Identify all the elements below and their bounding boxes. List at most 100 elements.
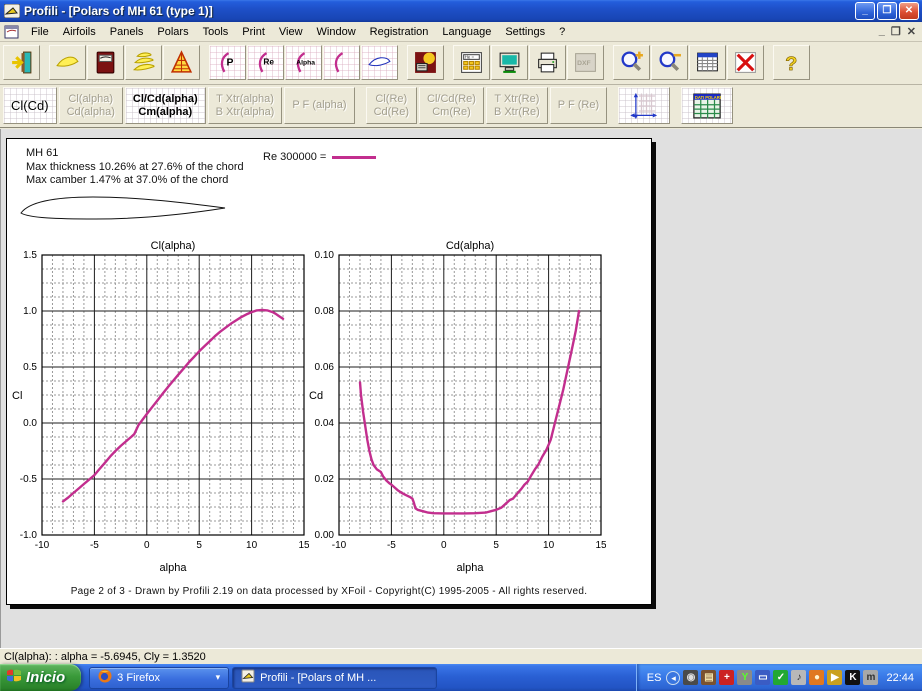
legend-label: Re 300000 =	[263, 151, 326, 163]
print-button[interactable]	[529, 45, 566, 80]
polar-re-icon: Re	[253, 50, 278, 75]
scanner-tray-icon[interactable]: ▤	[701, 670, 716, 685]
firefox-icon	[98, 669, 112, 686]
tab-pf-alpha[interactable]: P F (alpha)	[284, 87, 354, 124]
svg-text:0: 0	[144, 540, 150, 551]
exit-button[interactable]	[3, 45, 40, 80]
volume-icon[interactable]: ♪	[791, 670, 806, 685]
mdi-workspace: MH 61 Max thickness 10.26% at 27.6% of t…	[0, 129, 922, 648]
svg-text:10: 10	[543, 540, 555, 551]
mdi-child-icon[interactable]	[4, 25, 20, 39]
wing-panels-icon	[169, 50, 194, 75]
chevron-down-icon: ▾	[216, 672, 221, 683]
svg-text:0.5: 0.5	[23, 362, 37, 373]
print-manager-button[interactable]	[407, 45, 444, 80]
zoom-out-button[interactable]	[651, 45, 688, 80]
tab-cl-alpha-cd-alpha[interactable]: Cl(alpha)Cd(alpha)	[59, 87, 123, 124]
svg-text:1.0: 1.0	[23, 306, 37, 317]
svg-text:P: P	[226, 58, 233, 69]
svg-text:Cl(alpha): Cl(alpha)	[151, 240, 196, 252]
mdi-close-button[interactable]: ✕	[907, 25, 916, 38]
wing-panels-button[interactable]	[163, 45, 200, 80]
menu-item-settings[interactable]: Settings	[498, 24, 552, 40]
language-indicator[interactable]: ES	[647, 672, 664, 684]
mouse-settings-icon[interactable]: m	[863, 670, 878, 685]
kaspersky-icon[interactable]: K	[845, 670, 860, 685]
menu-item-view[interactable]: View	[272, 24, 310, 40]
camera-tray-icon[interactable]: ◉	[683, 670, 698, 685]
menu-item-file[interactable]: File	[24, 24, 56, 40]
airfoil-archive-button[interactable]	[87, 45, 124, 80]
help-button[interactable]: ?	[773, 45, 810, 80]
airfoil-info: MH 61 Max thickness 10.26% at 27.6% of t…	[26, 147, 244, 187]
polar-table-button[interactable]	[689, 45, 726, 80]
svg-text:0.10: 0.10	[315, 250, 335, 261]
tab-clcd-re-cm-re[interactable]: Cl/Cd(Re)Cm(Re)	[419, 87, 484, 124]
mdi-restore-button[interactable]: ❐	[891, 25, 901, 38]
svg-text:-10: -10	[332, 540, 347, 551]
start-button-label: Inicio	[26, 669, 65, 686]
close-button[interactable]: ✕	[899, 2, 919, 20]
polar-p-button[interactable]: P	[209, 45, 246, 80]
delete-polar-button[interactable]	[727, 45, 764, 80]
menu-item-language[interactable]: Language	[435, 24, 498, 40]
svg-text:DXF: DXF	[577, 60, 591, 67]
collapse-tray-icon[interactable]: ◂	[666, 671, 680, 685]
minimize-button[interactable]: _	[855, 2, 875, 20]
reynolds-calculator-button[interactable]: He =	[453, 45, 490, 80]
title-bar: Profili - [Polars of MH 61 (type 1)] _ ❐…	[0, 0, 922, 22]
zoom-in-button[interactable]	[613, 45, 650, 80]
polar-toolbar: Cl(Cd)Cl(alpha)Cd(alpha)Cl/Cd(alpha)Cm(a…	[0, 85, 922, 128]
security-ok-icon[interactable]: ✓	[773, 670, 788, 685]
menu-item-polars[interactable]: Polars	[150, 24, 195, 40]
chart-scale-button[interactable]	[618, 87, 670, 124]
restore-button[interactable]: ❐	[877, 2, 897, 20]
updates-icon[interactable]: ●	[809, 670, 824, 685]
printer-tray-icon[interactable]: ▭	[755, 670, 770, 685]
svg-text:DATI POLARI: DATI POLARI	[695, 94, 721, 99]
menu-item-registration[interactable]: Registration	[363, 24, 436, 40]
polar-alpha-button[interactable]: Alpha	[285, 45, 322, 80]
menu-item-print[interactable]: Print	[235, 24, 272, 40]
cd-alpha-chart[interactable]: -10-50510150.100.080.060.040.020.00Cd(al…	[304, 239, 606, 579]
svg-text:0: 0	[441, 540, 447, 551]
mdi-minimize-button[interactable]: _	[879, 25, 885, 38]
airfoil-analysis-button[interactable]	[361, 45, 398, 80]
tab-cl-cd[interactable]: Cl(Cd)	[3, 87, 57, 124]
page-footer: Page 2 of 3 - Drawn by Profili 2.19 on d…	[7, 586, 651, 597]
taskbar-clock[interactable]: 22:44	[881, 672, 914, 684]
delete-icon	[733, 50, 758, 75]
zoom-in-icon	[619, 50, 644, 75]
profili-app-icon	[4, 4, 20, 18]
polar-re-button[interactable]: Re	[247, 45, 284, 80]
cl-alpha-chart[interactable]: -10-50510151.51.00.50.0-0.5-1.0Cl(alpha)…	[7, 239, 309, 579]
screen-view-button[interactable]	[491, 45, 528, 80]
table-icon	[695, 50, 720, 75]
menu-item-help[interactable]: ?	[552, 24, 572, 40]
airfoil-management-button[interactable]	[49, 45, 86, 80]
menu-item-panels[interactable]: Panels	[103, 24, 151, 40]
menu-item-airfoils[interactable]: Airfoils	[56, 24, 103, 40]
tab-xtr-alpha[interactable]: T Xtr(alpha)B Xtr(alpha)	[208, 87, 283, 124]
wireless-signal-icon[interactable]: Y	[737, 670, 752, 685]
menu-item-tools[interactable]: Tools	[196, 24, 236, 40]
taskbar-item-firefox[interactable]: 3 Firefox ▾	[89, 667, 229, 689]
menu-item-window[interactable]: Window	[310, 24, 363, 40]
tab-clcd-alpha-cm-alpha[interactable]: Cl/Cd(alpha)Cm(alpha)	[125, 87, 206, 124]
dxf-export-button[interactable]: DXF	[567, 45, 604, 80]
polar-curve-button[interactable]	[323, 45, 360, 80]
tab-xtr-re[interactable]: T Xtr(Re)B Xtr(Re)	[486, 87, 548, 124]
taskbar-item-profili[interactable]: Profili - [Polars of MH ...	[232, 667, 437, 689]
taskbar-tasks: 3 Firefox ▾ Profili - [Polars of MH ...	[81, 664, 636, 691]
media-icon[interactable]: ▶	[827, 670, 842, 685]
svg-text:0.0: 0.0	[23, 418, 37, 429]
start-button[interactable]: Inicio	[0, 664, 81, 691]
status-bar: Cl(alpha): : alpha = -5.6945, Cly = 1.35…	[0, 648, 922, 664]
tab-cl-re-cd-re[interactable]: Cl(Re)Cd(Re)	[366, 87, 417, 124]
profili-task-icon	[241, 669, 255, 686]
tab-pf-re[interactable]: P F (Re)	[550, 87, 607, 124]
svg-text:0.00: 0.00	[315, 530, 335, 541]
antivirus-shield-icon[interactable]: +	[719, 670, 734, 685]
polar-data-table-button[interactable]: DATI POLARI	[681, 87, 733, 124]
airfoil-stack-button[interactable]	[125, 45, 162, 80]
